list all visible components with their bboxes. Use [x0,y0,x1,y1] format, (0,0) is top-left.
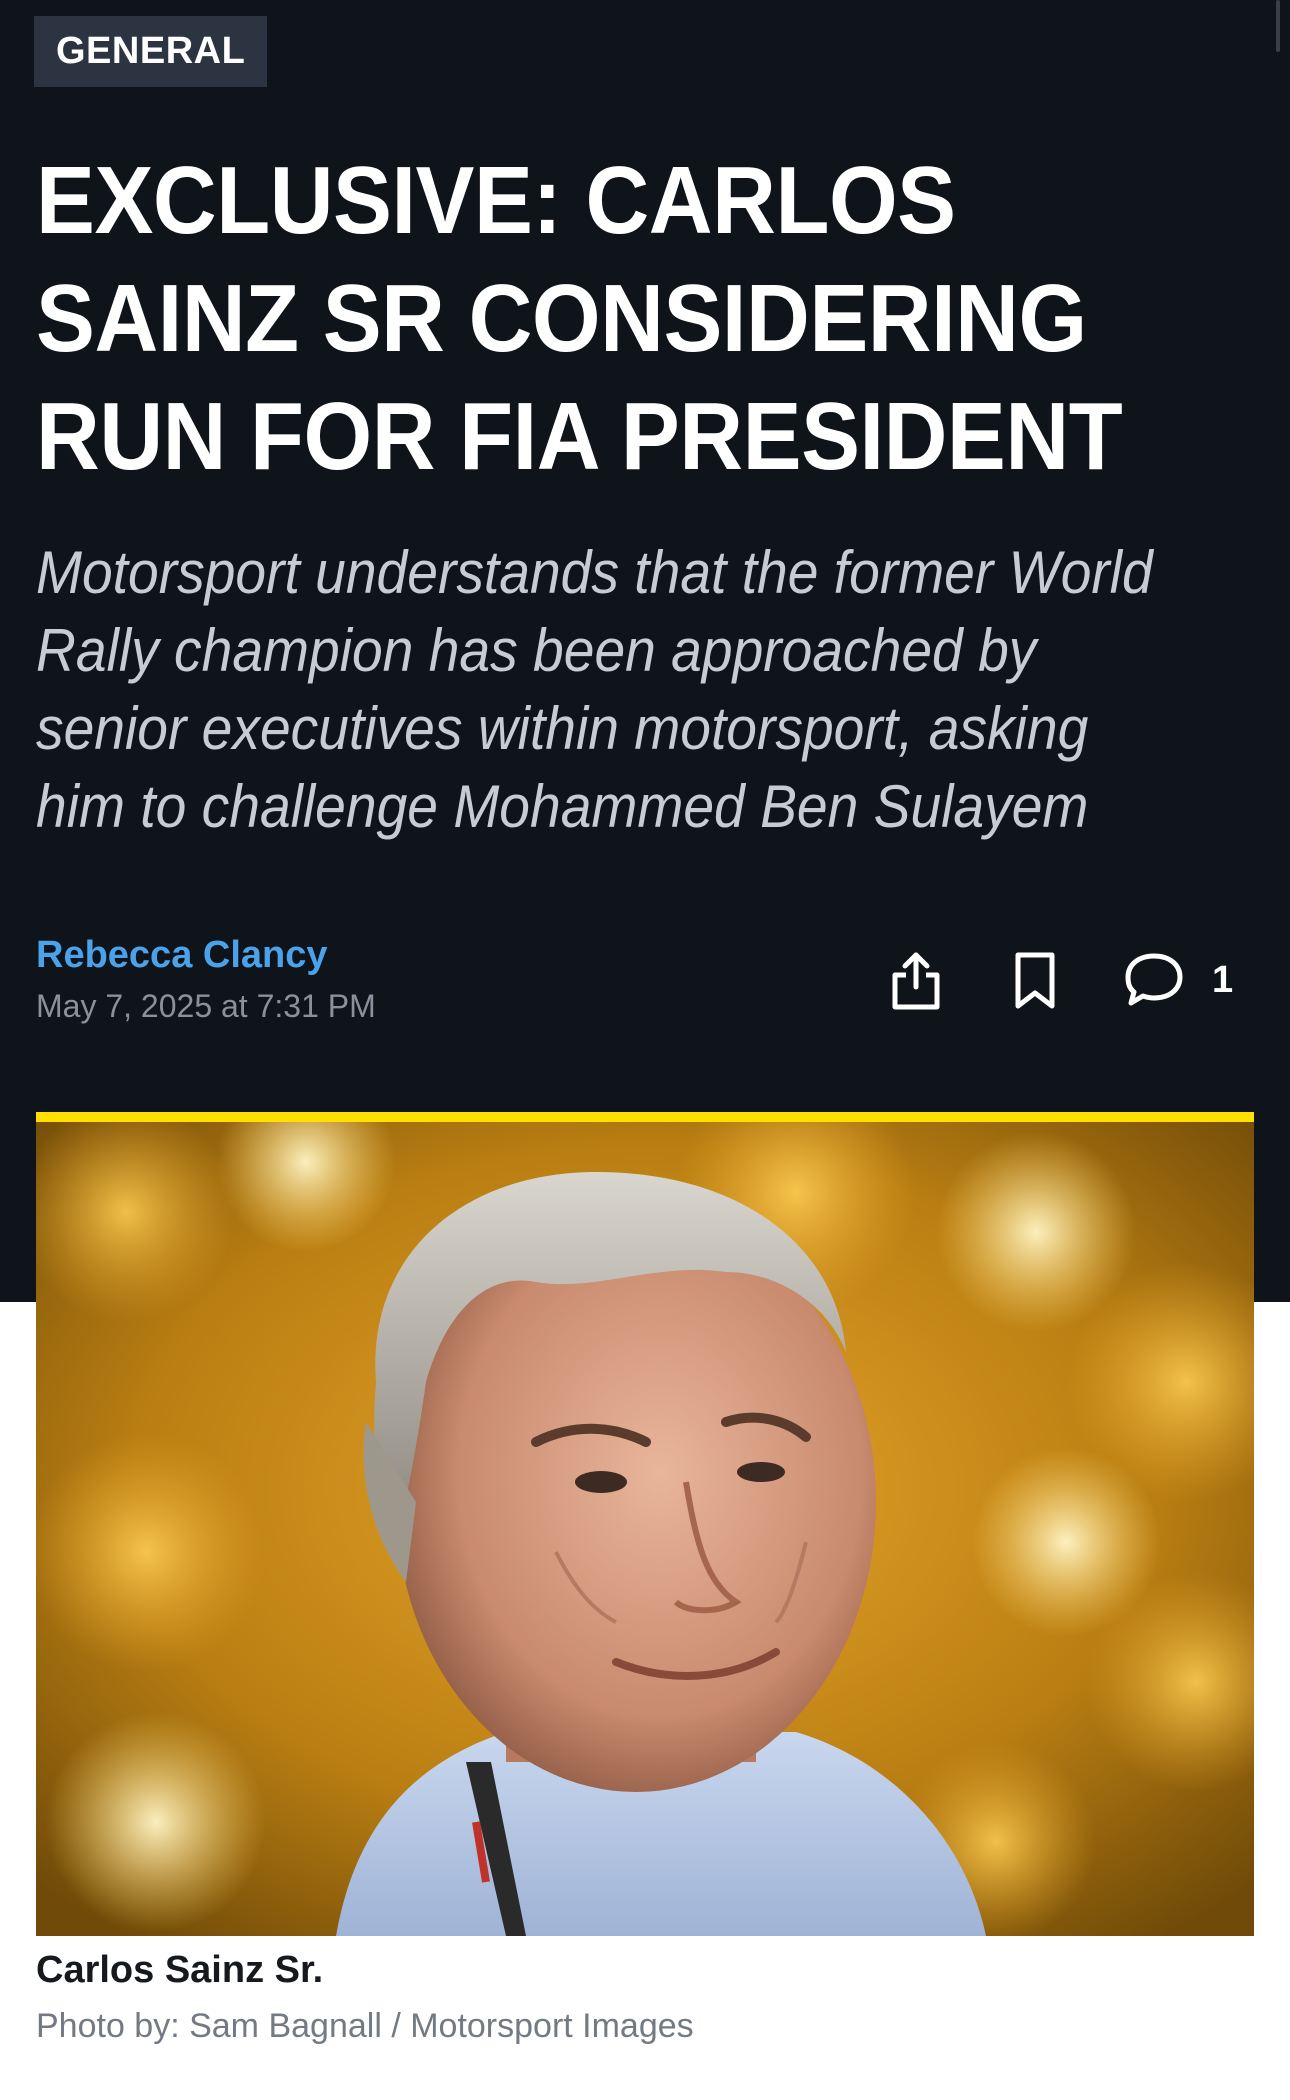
portrait-photo [36,1122,1254,1936]
share-button[interactable] [884,948,948,1012]
bookmark-button[interactable] [1003,948,1067,1012]
bookmark-icon [1015,952,1055,1009]
comments-button[interactable] [1122,948,1186,1012]
comment-icon [1125,953,1183,1006]
article-actions: 1 [0,948,1290,1012]
image-caption: Carlos Sainz Sr. [36,1949,324,1991]
comment-count[interactable]: 1 [1212,956,1233,1004]
image-accent-bar [36,1112,1254,1122]
article-hero-image[interactable] [36,1122,1254,1936]
image-credit: Photo by: Sam Bagnall / Motorsport Image… [36,2007,694,2045]
share-icon [892,952,940,1010]
scrollbar[interactable] [1276,0,1280,52]
category-badge[interactable]: GENERAL [34,16,268,87]
article-page: GENERAL EXCLUSIVE: CARLOS SAINZ SR CONSI… [0,0,1290,2100]
article-headline: EXCLUSIVE: CARLOS SAINZ SR CONSIDERING R… [36,147,1123,490]
article-standfirst: Motorsport understands that the former W… [36,539,1153,840]
